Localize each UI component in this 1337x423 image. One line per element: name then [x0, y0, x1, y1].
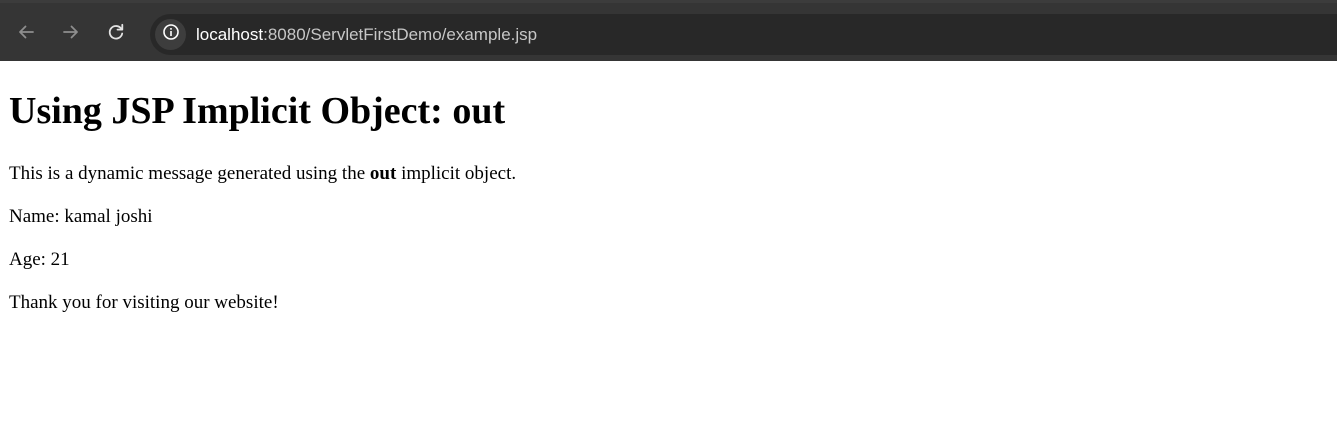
name-line: Name: kamal joshi [9, 206, 153, 227]
message-text-before: This is a dynamic message generated usin… [9, 163, 370, 184]
browser-toolbar-bar: localhost:8080/ServletFirstDemo/example.… [0, 3, 1337, 61]
message-keyword: out [369, 163, 397, 184]
forward-button[interactable] [58, 19, 84, 45]
arrow-back-icon [16, 22, 36, 42]
thank-you-line: Thank you for visiting our website! [9, 292, 279, 313]
back-button[interactable] [13, 19, 39, 45]
browser-toolbar: localhost:8080/ServletFirstDemo/example.… [0, 0, 1337, 61]
address-bar[interactable]: localhost:8080/ServletFirstDemo/example.… [150, 14, 1337, 55]
url-path: :8080/ServletFirstDemo/example.jsp [263, 25, 538, 44]
site-info-button[interactable] [155, 19, 186, 50]
info-icon [162, 23, 180, 46]
reload-button[interactable] [103, 19, 129, 45]
dynamic-message: This is a dynamic message generated usin… [9, 162, 516, 186]
reload-icon [106, 22, 126, 42]
message-text-after: implicit object. [396, 163, 517, 184]
arrow-forward-icon [61, 22, 81, 42]
age-line: Age: 21 [9, 249, 70, 270]
url-host: localhost [196, 25, 264, 44]
page-heading: Using JSP Implicit Object: out [9, 90, 506, 132]
url-text[interactable]: localhost:8080/ServletFirstDemo/example.… [196, 24, 537, 45]
